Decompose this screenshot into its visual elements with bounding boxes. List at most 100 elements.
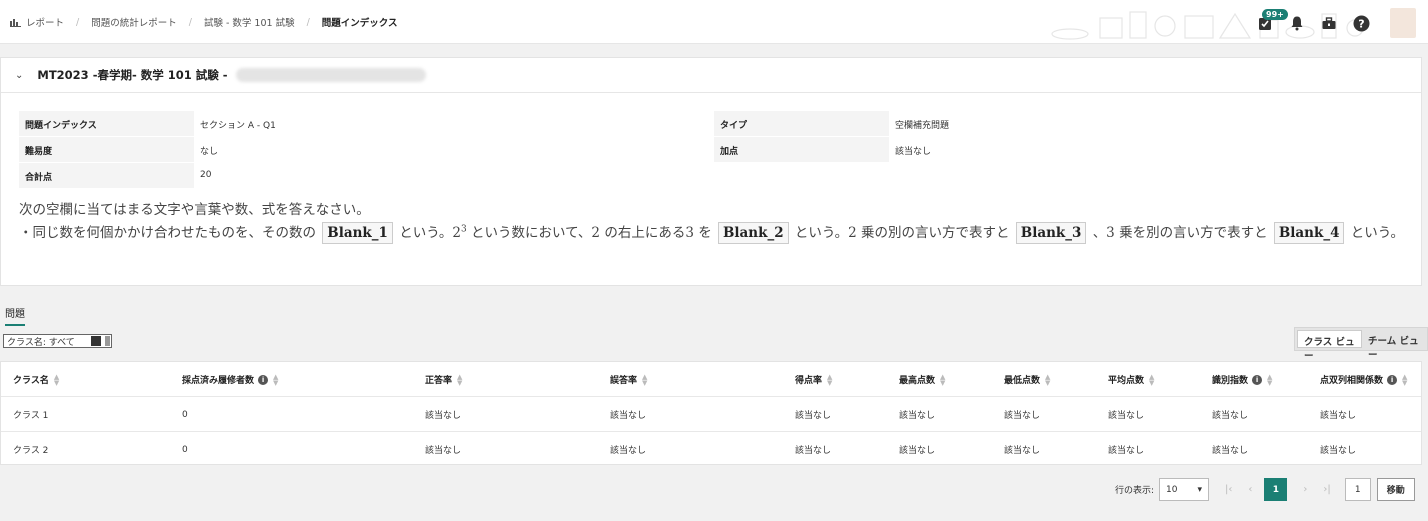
goto-button[interactable]: 移動 xyxy=(1376,478,1415,501)
goto-page-input[interactable]: 1 xyxy=(1344,478,1371,501)
table-header-row: クラス名 ▲ ▼ 採点済み履修者数 i ▲ ▼ 正答率 ▲ ▼ 誤答率 ▲ ▼ 得点率 ▲ ▼ 最高点… xyxy=(1,362,1421,397)
info-value: 該当なし xyxy=(895,147,932,157)
team-view-button[interactable]: チーム ビュー xyxy=(1362,330,1425,361)
sort-icon: ▲ ▼ xyxy=(940,372,946,387)
sort-icon: ▲ ▼ xyxy=(273,372,279,387)
column-header-avg-score[interactable]: 平均点数 ▲ ▼ xyxy=(1108,362,1154,397)
table-cell: 0 xyxy=(182,409,188,420)
column-header-max-score[interactable]: 最高点数 ▲ ▼ xyxy=(899,362,945,397)
first-page-icon[interactable]: |‹ xyxy=(1225,484,1232,495)
info-label: タイプ xyxy=(714,111,889,136)
chart-icon xyxy=(10,18,21,27)
header-toolbar: 99+ ? xyxy=(1246,8,1416,38)
table-cell: 該当なし xyxy=(1320,446,1357,456)
help-icon: ? xyxy=(1353,15,1369,31)
info-value: 20 xyxy=(200,170,212,180)
breadcrumb-item-current: 問題インデックス xyxy=(321,18,398,29)
blank-1: Blank_1 xyxy=(322,222,393,244)
rows-per-page-select[interactable]: 10 ▾ xyxy=(1159,478,1210,501)
table-cell: 該当なし xyxy=(610,446,647,456)
question-instruction: 次の空欄に当てはまる文字や言葉や数、式を答えなさい。 xyxy=(19,202,370,218)
table-row: クラス 1 0 該当なし 該当なし 該当なし 該当なし 該当なし 該当なし 該当… xyxy=(1,397,1421,432)
sort-icon: ▲ ▼ xyxy=(1149,372,1155,387)
sort-icon: ▲ ▼ xyxy=(457,372,463,387)
exam-card: ⌄ MT2023 -春学期- 数学 101 試験 - 問題インデックス セクショ… xyxy=(0,57,1422,286)
caret-down-icon: ▾ xyxy=(1197,484,1203,495)
blank-3: Blank_3 xyxy=(1015,222,1087,244)
info-label: 難易度 xyxy=(19,137,194,162)
column-header-correct-rate[interactable]: 正答率 ▲ ▼ xyxy=(425,362,462,397)
table-cell: 該当なし xyxy=(1004,411,1041,421)
table-cell: クラス 2 xyxy=(13,446,49,456)
sort-icon: ▲ ▼ xyxy=(53,372,60,387)
table-cell: 該当なし xyxy=(1212,411,1249,421)
next-page-icon[interactable]: › xyxy=(1303,484,1307,495)
table-cell: 該当なし xyxy=(425,411,462,421)
help-button[interactable]: ? xyxy=(1348,10,1374,36)
column-header-point-biserial[interactable]: 点双列相関係数 i ▲ ▼ xyxy=(1320,362,1407,397)
class-filter[interactable]: クラス名: すべて xyxy=(3,334,112,348)
table-cell: 該当なし xyxy=(795,411,832,421)
toolbox-icon xyxy=(1322,17,1336,29)
question-text: 次の空欄に当てはまる文字や言葉や数、式を答えなさい。 ・同じ数を何個かかけ合わせ… xyxy=(19,199,1409,245)
question-info-table: 問題インデックス セクション A - Q1 タイプ 空欄補充問題 難易度 なし … xyxy=(19,111,1409,189)
table-cell: 該当なし xyxy=(1108,411,1145,421)
breadcrumb-item-exam[interactable]: 試験 - 数学 101 試験 xyxy=(204,15,295,29)
table-cell: 該当なし xyxy=(1108,446,1145,456)
toolbox-button[interactable] xyxy=(1316,10,1342,36)
sort-icon: ▲ ▼ xyxy=(827,372,833,387)
edit-icon[interactable] xyxy=(91,336,101,346)
info-icon: i xyxy=(1387,374,1398,385)
sort-icon: ▲ ▼ xyxy=(1045,372,1051,387)
avatar[interactable] xyxy=(1390,8,1416,38)
info-icon: i xyxy=(258,374,269,385)
svg-text:?: ? xyxy=(1358,17,1364,30)
column-header-wrong-rate[interactable]: 誤答率 ▲ ▼ xyxy=(610,362,647,397)
table-cell: 該当なし xyxy=(1320,411,1357,421)
view-toggle: クラス ビュー チーム ビュー xyxy=(1294,327,1428,362)
question-body: ・同じ数を何個かかけ合わせたものを、その数の Blank_1 という。23 とい… xyxy=(19,222,1409,245)
breadcrumb-label: レポート xyxy=(26,18,65,29)
stats-table: クラス名 ▲ ▼ 採点済み履修者数 i ▲ ▼ 正答率 ▲ ▼ 誤答率 ▲ ▼ 得点率 ▲ ▼ 最高点… xyxy=(0,361,1422,465)
tab-questions[interactable]: 問題 xyxy=(5,305,25,326)
breadcrumb-separator: / xyxy=(76,16,80,28)
class-view-button[interactable]: クラス ビュー xyxy=(1297,330,1363,362)
breadcrumb-item-reports[interactable]: レポート xyxy=(10,15,64,29)
last-page-icon[interactable]: ›| xyxy=(1323,484,1330,495)
exam-card-header[interactable]: ⌄ MT2023 -春学期- 数学 101 試験 - xyxy=(1,58,1421,93)
table-cell: 該当なし xyxy=(899,446,936,456)
class-filter-label: クラス名: すべて xyxy=(7,337,75,348)
column-header-score-rate[interactable]: 得点率 ▲ ▼ xyxy=(795,362,832,397)
rows-per-page-value: 10 xyxy=(1166,484,1178,495)
notifications-button[interactable] xyxy=(1284,10,1310,36)
info-label: 合計点 xyxy=(19,163,194,188)
info-value: セクション A - Q1 xyxy=(200,121,276,131)
table-cell: 0 xyxy=(182,444,188,455)
column-header-graded-count[interactable]: 採点済み履修者数 i ▲ ▼ xyxy=(182,362,278,397)
rows-per-page-label: 行の表示: xyxy=(1115,486,1155,496)
blank-4: Blank_4 xyxy=(1273,222,1345,244)
info-label: 加点 xyxy=(714,137,889,162)
sort-icon: ▲ ▼ xyxy=(642,372,648,387)
bell-icon xyxy=(1291,16,1303,31)
table-row: クラス 2 0 該当なし 該当なし 該当なし 該当なし 該当なし 該当なし 該当… xyxy=(1,432,1421,467)
table-cell: 該当なし xyxy=(1212,446,1249,456)
tasks-button[interactable]: 99+ xyxy=(1252,9,1288,36)
top-header: レポート / 問題の統計レポート / 試験 - 数学 101 試験 / 問題イン… xyxy=(0,0,1428,44)
breadcrumb-item-stats-report[interactable]: 問題の統計レポート xyxy=(91,15,177,29)
pagination: 行の表示: 10 ▾ |‹ ‹ 1 › ›| 1 移動 xyxy=(1115,478,1415,501)
table-cell: クラス 1 xyxy=(13,411,49,421)
column-header-min-score[interactable]: 最低点数 ▲ ▼ xyxy=(1004,362,1050,397)
table-cell: 該当なし xyxy=(795,446,832,456)
chevron-down-icon[interactable]: ⌄ xyxy=(15,70,23,81)
sort-icon: ▲ ▼ xyxy=(1267,372,1273,387)
current-page[interactable]: 1 xyxy=(1264,478,1288,501)
prev-page-icon[interactable]: ‹ xyxy=(1248,484,1252,495)
column-header-discrimination[interactable]: 識別指数 i ▲ ▼ xyxy=(1212,362,1272,397)
blank-2: Blank_2 xyxy=(718,222,789,244)
info-value: なし xyxy=(200,147,219,157)
column-header-class-name[interactable]: クラス名 ▲ ▼ xyxy=(13,362,59,397)
exam-title: MT2023 -春学期- 数学 101 試験 - xyxy=(37,68,228,82)
breadcrumb-separator: / xyxy=(306,16,310,28)
sort-icon: ▲ ▼ xyxy=(1402,372,1408,387)
